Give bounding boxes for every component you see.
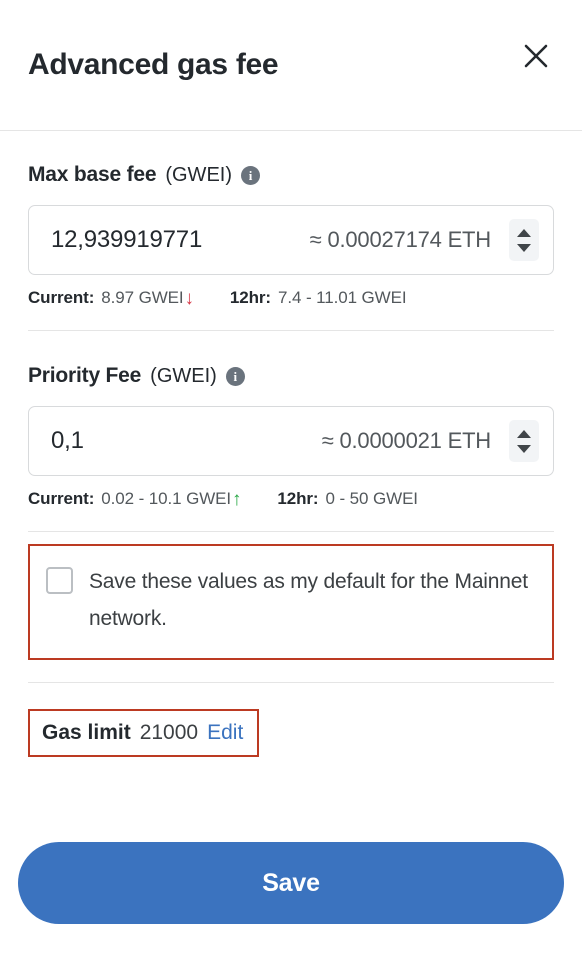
- section-divider-1: [28, 330, 554, 331]
- chevron-up-icon[interactable]: [517, 228, 531, 237]
- max-base-fee-range-group: 12hr: 7.4 - 11.01 GWEI: [230, 288, 407, 308]
- priority-fee-eth-estimate: ≈ 0.0000021 ETH: [321, 428, 491, 453]
- gas-limit-edit-link[interactable]: Edit: [207, 721, 243, 745]
- page-title: Advanced gas fee: [28, 48, 279, 81]
- max-base-fee-label: Max base fee: [28, 163, 157, 186]
- dialog-body: Max base fee (GWEI) i ≈ 0.00027174 ETH C…: [0, 158, 582, 757]
- max-base-fee-input-row[interactable]: ≈ 0.00027174 ETH: [28, 205, 554, 275]
- save-button[interactable]: Save: [18, 842, 564, 924]
- priority-fee-section: Priority Fee (GWEI) i ≈ 0.0000021 ETH Cu…: [28, 359, 554, 532]
- chevron-up-icon[interactable]: [517, 429, 531, 438]
- max-base-fee-range-value: 7.4 - 11.01 GWEI: [278, 288, 407, 307]
- chevron-down-icon[interactable]: [517, 243, 531, 252]
- max-base-fee-section: Max base fee (GWEI) i ≈ 0.00027174 ETH C…: [28, 158, 554, 331]
- priority-fee-current-label: Current:: [28, 489, 95, 508]
- close-button[interactable]: [516, 36, 556, 76]
- priority-fee-label: Priority Fee: [28, 364, 142, 387]
- max-base-fee-range-label: 12hr:: [229, 288, 271, 307]
- gas-limit-value: 21000: [139, 720, 199, 744]
- priority-fee-stepper[interactable]: [509, 420, 539, 462]
- priority-fee-unit: (GWEI): [150, 364, 217, 387]
- trend-down-icon: ↓: [184, 287, 195, 309]
- priority-fee-current-value: 0.02 - 10.1 GWEI: [101, 489, 232, 508]
- max-base-fee-stepper[interactable]: [509, 219, 539, 261]
- priority-fee-range-group: 12hr: 0 - 50 GWEI: [277, 489, 418, 509]
- max-base-fee-input[interactable]: [51, 226, 310, 254]
- max-base-fee-meta-row: Current: 8.97 GWEI ↓ 12hr: 7.4 - 11.01 G…: [28, 288, 554, 308]
- info-icon[interactable]: i: [225, 366, 245, 386]
- priority-fee-range-value: 0 - 50 GWEI: [325, 489, 419, 508]
- info-icon[interactable]: i: [241, 165, 260, 185]
- priority-fee-input[interactable]: [51, 427, 322, 455]
- gas-limit-label: Gas limit: [42, 720, 131, 744]
- priority-fee-range-label: 12hr:: [277, 489, 319, 508]
- save-default-label: Save these values as my default for the …: [89, 570, 528, 630]
- trend-up-icon: ↑: [232, 488, 242, 510]
- save-default-checkbox[interactable]: [46, 567, 73, 594]
- gas-limit-row: Gas limit 21000 Edit: [28, 708, 260, 757]
- max-base-fee-unit: (GWEI): [165, 163, 232, 186]
- max-base-fee-current-value: 8.97 GWEI: [101, 288, 184, 307]
- advanced-gas-fee-dialog: Advanced gas fee Max base fee (GWEI) i ≈…: [0, 0, 582, 954]
- section-divider-2: [28, 531, 554, 532]
- dialog-header: Advanced gas fee: [0, 0, 582, 131]
- dialog-footer: Save: [0, 842, 582, 924]
- chevron-down-icon[interactable]: [517, 444, 531, 453]
- gas-limit-wrap: Gas limit 21000 Edit: [28, 683, 554, 757]
- priority-fee-label-row: Priority Fee (GWEI) i: [28, 359, 554, 393]
- save-default-checkbox-row[interactable]: Save these values as my default for the …: [28, 544, 554, 660]
- max-base-fee-label-row: Max base fee (GWEI) i: [28, 158, 554, 192]
- close-icon: [522, 42, 550, 70]
- priority-fee-input-row[interactable]: ≈ 0.0000021 ETH: [28, 406, 554, 476]
- priority-fee-meta-row: Current: 0.02 - 10.1 GWEI ↑ 12hr: 0 - 50…: [28, 489, 554, 509]
- header-divider: [0, 130, 582, 131]
- max-base-fee-eth-estimate: ≈ 0.00027174 ETH: [309, 227, 492, 252]
- max-base-fee-current-label: Current:: [28, 288, 95, 307]
